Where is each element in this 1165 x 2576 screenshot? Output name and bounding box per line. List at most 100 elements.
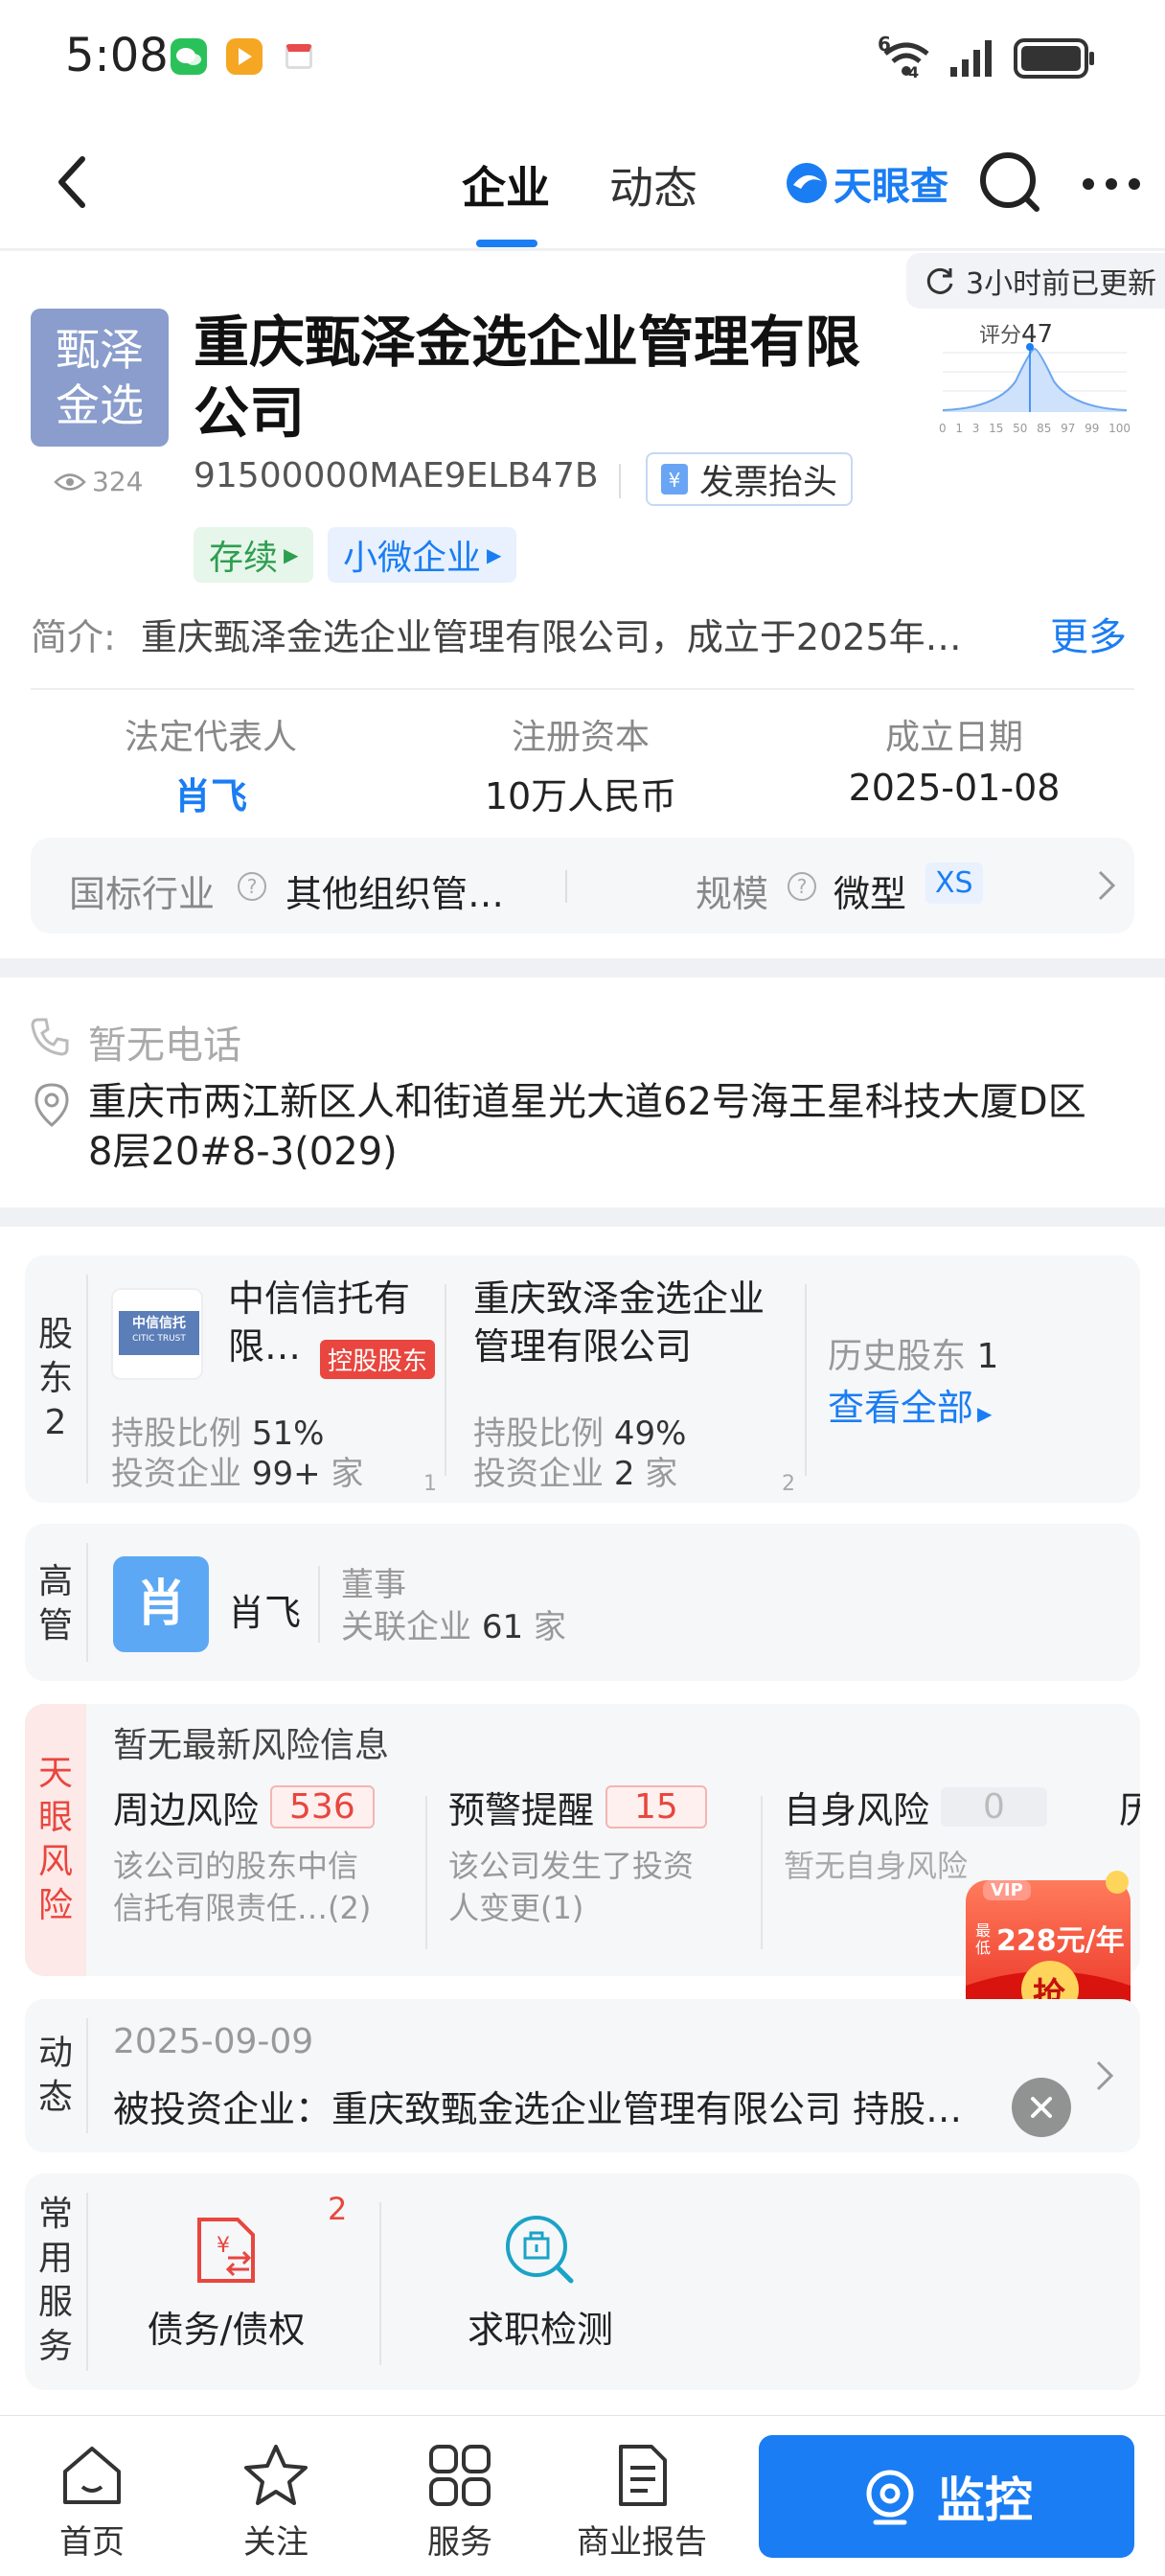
monitor-button[interactable]: 监控 xyxy=(759,2435,1134,2558)
divider xyxy=(805,1284,807,1476)
section-label-char: 服 xyxy=(37,2283,73,2322)
tab-dynamics[interactable]: 动态 xyxy=(609,153,697,217)
invest-unit: 家 xyxy=(331,1455,364,1493)
risk-item[interactable]: 预警提醒 15 该公司发生了投资 人变更(1) xyxy=(448,1781,755,1929)
nav-item-label: 关注 xyxy=(243,2523,308,2562)
chevron-right-icon[interactable] xyxy=(1096,868,1117,903)
divider xyxy=(761,1796,763,1949)
search-icon[interactable] xyxy=(977,150,1044,217)
divider xyxy=(86,2193,88,2371)
nav-item-home[interactable]: 首页 xyxy=(34,2443,149,2563)
update-badge[interactable]: 3小时前已更新 xyxy=(906,253,1165,309)
nav-item-label: 服务 xyxy=(427,2523,492,2562)
nav-item-services[interactable]: 服务 xyxy=(402,2443,517,2563)
invoice-button[interactable]: ¥ 发票抬头 xyxy=(646,452,854,506)
related-unit: 家 xyxy=(533,1608,566,1646)
address[interactable]: 重庆市两江新区人和街道星光大道62号海王星科技大厦D区 8层20#8-3(029… xyxy=(88,1077,1086,1177)
divider xyxy=(86,2018,88,2133)
legal-rep-value[interactable]: 肖飞 xyxy=(77,767,345,819)
score-tick: 1 xyxy=(955,422,963,435)
divider xyxy=(565,870,567,903)
score-chart[interactable]: 评分47 0 1 3 15 50 85 97 99 100 xyxy=(939,318,1131,443)
monitor-label: 监控 xyxy=(937,2472,1033,2528)
view-all-label: 查看全部 xyxy=(828,1387,974,1429)
service-badge: 2 xyxy=(328,2191,348,2227)
wechat-icon xyxy=(171,38,207,75)
tianyancha-eye-icon xyxy=(787,163,827,203)
views-counter: 324 xyxy=(54,466,143,497)
view-all-shareholders-link[interactable]: 查看全部 ▶ xyxy=(828,1378,992,1431)
risk-item-desc: 该公司的股东中信 信托有限责任…(2) xyxy=(113,1845,420,1929)
history-shareholders: 历史股东 1 xyxy=(828,1328,998,1378)
date-block: 成立日期 2025-01-08 xyxy=(820,709,1088,809)
shareholder-name-line1: 重庆致泽金选企业 xyxy=(473,1277,765,1320)
score-tick: 99 xyxy=(1085,422,1100,435)
executive-avatar[interactable]: 肖 xyxy=(113,1556,209,1652)
section-label-char: 管 xyxy=(37,1606,73,1645)
service-label: 求职检测 xyxy=(467,2309,613,2351)
related-count: 61 xyxy=(481,1608,524,1646)
chevron-right-icon[interactable] xyxy=(1094,2058,1115,2093)
executive-name[interactable]: 肖飞 xyxy=(228,1583,301,1636)
shareholder-item[interactable]: 中信信托 CITIC TRUST 中信信托有 限… 控股股东 持股比例 51% … xyxy=(111,1275,456,1493)
tag-arrow-icon: ▶ xyxy=(284,543,299,566)
star-icon xyxy=(244,2445,308,2505)
risk-desc-line1: 该公司发生了投资 xyxy=(448,1848,695,1884)
invest-value: 2 xyxy=(613,1455,635,1493)
shareholder-item[interactable]: 重庆致泽金选企业 管理有限公司 持股比例 49% 投资企业 2 家 xyxy=(473,1275,818,1493)
avatar-char: 肖 xyxy=(135,1576,186,1633)
address-line1: 重庆市两江新区人和街道星光大道62号海王星科技大厦D区 xyxy=(88,1080,1086,1124)
close-promo-icon[interactable] xyxy=(1012,2078,1071,2137)
signal-icon xyxy=(948,36,996,79)
app-notification-icon xyxy=(226,38,263,75)
news-card[interactable]: 动 态 2025-09-09 被投资企业：重庆致甄金选企业管理有限公司 持股… xyxy=(25,1999,1140,2152)
section-label-char: 风 xyxy=(37,1842,73,1881)
capital-label: 注册资本 xyxy=(511,718,650,757)
scale-size-tag: XS xyxy=(925,862,983,904)
industry-label: 国标行业 xyxy=(69,873,216,915)
svg-text:¥: ¥ xyxy=(669,469,681,492)
divider xyxy=(86,1543,88,1662)
nav-item-business-report[interactable]: 商业报告 xyxy=(565,2443,719,2563)
section-label-char: 态 xyxy=(37,2078,73,2117)
capital-block: 注册资本 10万人民币 xyxy=(446,709,715,819)
location-icon xyxy=(33,1081,71,1127)
service-item-job-check[interactable]: 求职检测 xyxy=(416,2212,665,2353)
score-tick: 3 xyxy=(971,422,980,435)
section-label-char: 常 xyxy=(37,2195,73,2234)
executives-section-label: 高 管 xyxy=(33,1560,79,1648)
legal-rep-block[interactable]: 法定代表人 肖飞 xyxy=(77,709,345,819)
invest-label: 投资企业 xyxy=(111,1455,241,1493)
nav-item-follow[interactable]: 关注 xyxy=(218,2443,333,2563)
help-icon[interactable]: ? xyxy=(238,872,266,901)
company-logo: 甄泽 金选 xyxy=(31,309,169,447)
bottom-nav-bar: 首页 关注 服务 商业报告 监控 xyxy=(0,2415,1165,2576)
score-tick: 0 xyxy=(939,422,947,435)
risk-item-cutoff: 历 xyxy=(1119,1789,1140,1831)
arrow-right-icon: ▶ xyxy=(977,1402,993,1425)
back-icon[interactable] xyxy=(54,153,92,211)
help-icon[interactable]: ? xyxy=(788,872,816,901)
section-label-char: 动 xyxy=(37,2034,73,2073)
intro-more-link[interactable]: 更多 xyxy=(1050,606,1127,661)
industry-row[interactable]: 国标行业 ? 其他组织管… 规模 ? 微型 XS xyxy=(31,838,1134,933)
service-item-debt[interactable]: ¥ 债务/债权 xyxy=(111,2212,341,2353)
executive-related: 关联企业 61 家 xyxy=(341,1600,566,1647)
section-label-char: 东 xyxy=(37,1359,73,1398)
more-options-icon[interactable] xyxy=(1081,174,1142,194)
svg-text:¥: ¥ xyxy=(217,2234,230,2258)
service-label: 债务/债权 xyxy=(147,2309,306,2351)
credit-code[interactable]: 91500000MAE9ELB47B xyxy=(194,456,599,495)
intro-row[interactable]: 简介: 重庆甄泽金选企业管理有限公司，成立于2025年… xyxy=(31,608,1134,660)
scale-tag[interactable]: 小微企业 ▶ xyxy=(328,527,517,583)
risk-item-label: 自身风险 xyxy=(784,1789,930,1831)
services-section-label: 常 用 服 务 xyxy=(33,2193,79,2369)
score-tick: 15 xyxy=(989,422,1004,435)
tab-company[interactable]: 企业 xyxy=(462,153,550,217)
status-tag[interactable]: 存续 ▶ xyxy=(194,527,314,583)
industry-value: 其他组织管… xyxy=(286,873,505,915)
risk-item[interactable]: 周边风险 536 该公司的股东中信 信托有限责任…(2) xyxy=(113,1781,420,1929)
brand-logo: 天眼查 xyxy=(784,155,948,211)
risk-item-count: 0 xyxy=(941,1787,1047,1827)
section-label-char: 眼 xyxy=(37,1798,73,1837)
